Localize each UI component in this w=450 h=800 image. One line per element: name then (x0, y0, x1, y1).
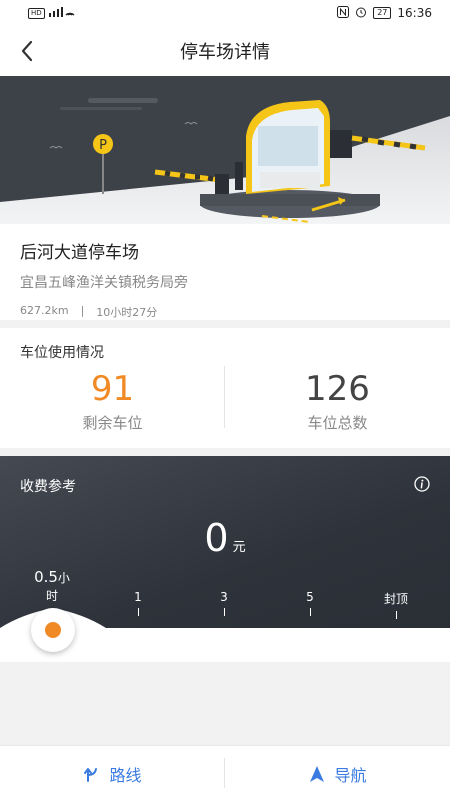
status-left: HD (28, 7, 75, 19)
chevron-left-icon (21, 40, 33, 62)
duration-slider-knob[interactable] (31, 608, 75, 652)
nfc-icon (337, 5, 350, 21)
hero-illustration: P (0, 76, 450, 224)
spaces-title: 车位使用情况 (20, 345, 104, 361)
fee-amount-value: 0 (204, 516, 229, 560)
lot-duration: 10小时27分 (96, 306, 158, 319)
parking-spaces-card: 车位使用情况 91 剩余车位 126 车位总数 (0, 328, 450, 448)
tick-label: 0.5 (34, 568, 58, 586)
total-spaces-stat: 126 车位总数 (225, 368, 450, 433)
lot-info-card: 后河大道停车场 宜昌五峰渔洋关镇税务局旁 627.2km | 10小时27分 (0, 224, 450, 320)
total-spaces-value: 126 (305, 369, 370, 409)
status-bar: HD 27 16:36 (0, 0, 450, 26)
fee-amount: 0元 (0, 516, 450, 560)
back-button[interactable] (12, 36, 42, 66)
lot-distance: 627.2km (20, 304, 69, 317)
fee-title: 收费参考 (20, 479, 76, 495)
alarm-icon (355, 6, 367, 21)
hd-icon: HD (28, 7, 45, 19)
battery-icon: 27 (373, 7, 392, 19)
bottom-separator (224, 758, 225, 788)
status-time: 16:36 (397, 6, 432, 20)
info-icon[interactable] (414, 476, 430, 492)
slider-dot (45, 622, 61, 638)
navigate-label: 导航 (334, 765, 367, 785)
available-spaces-stat: 91 剩余车位 (0, 368, 225, 433)
svg-text:P: P (99, 138, 107, 153)
route-icon (84, 767, 98, 782)
navigate-button[interactable]: 导航 (225, 746, 450, 800)
route-label: 路线 (109, 765, 142, 785)
total-spaces-label: 车位总数 (307, 414, 368, 432)
fee-amount-unit: 元 (232, 540, 246, 555)
available-spaces-label: 剩余车位 (82, 414, 143, 432)
navigate-arrow-icon (310, 765, 325, 782)
fee-reference-card: 收费参考 0元 0.5小时 1 3 5 封顶 (0, 456, 450, 662)
signal-icon (48, 7, 75, 19)
lot-meta: 627.2km | 10小时27分 (20, 304, 430, 320)
route-button[interactable]: 路线 (0, 746, 225, 800)
nav-bar: 停车场详情 (0, 26, 450, 76)
lot-name: 后河大道停车场 (20, 243, 139, 263)
status-right: 27 16:36 (337, 5, 432, 21)
available-spaces-value: 91 (90, 369, 135, 409)
lot-address: 宜昌五峰渔洋关镇税务局旁 (20, 275, 188, 291)
bottom-action-bar: 路线 导航 (0, 745, 450, 800)
meta-separator: | (80, 304, 85, 317)
page-title: 停车场详情 (180, 42, 270, 63)
